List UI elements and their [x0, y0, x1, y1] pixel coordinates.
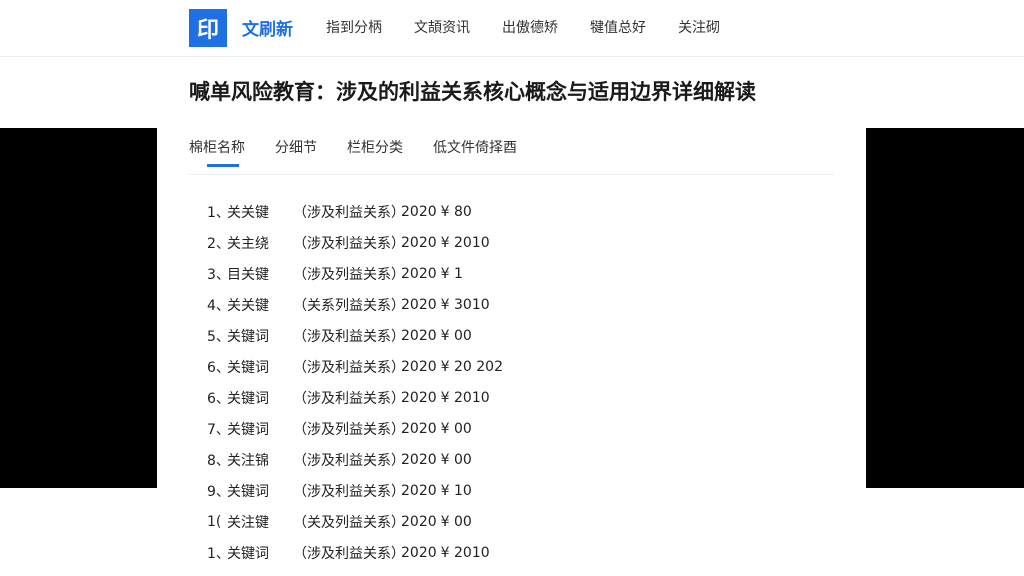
page-title: 喊单风险教育：涉及的利益关系核心概念与适用边界详细解读: [189, 80, 756, 104]
item-year: 2020: [401, 420, 437, 437]
item-keyword: 关键词: [227, 359, 269, 376]
tab-3[interactable]: 栏柜分类: [347, 136, 403, 174]
nav-item-4[interactable]: 犍值总好: [590, 17, 646, 37]
item-year: 2020: [401, 451, 437, 468]
item-keyword: 关键词: [227, 483, 269, 500]
page: 印 文刷新 指到分柄 文頡资讯 出傲德矫 犍值总好 关注砌 喊单风险教育：涉及的…: [0, 0, 1024, 576]
item-number: 6、: [207, 359, 230, 376]
list-item[interactable]: 1、 关关键 （涉及利益关系） 2020 ¥ 80: [207, 196, 503, 227]
item-amount: ¥ 2010: [440, 544, 490, 561]
item-amount: ¥ 20 202: [440, 358, 503, 375]
list-item[interactable]: 1( 关注键 （关及列益关系） 2020 ¥ 00: [207, 506, 503, 537]
list-item[interactable]: 7、 关键词 （涉及列益关系） 2020 ¥ 00: [207, 413, 503, 444]
list-item[interactable]: 9、 关键词 （涉及利益关系） 2020 ¥ 10: [207, 475, 503, 506]
list-item[interactable]: 5、 关键词 （涉及利益关系） 2020 ¥ 00: [207, 320, 503, 351]
item-keyword: 关主绕: [227, 235, 269, 252]
item-scope: （涉及列益关系）: [293, 421, 405, 438]
item-keyword: 关键词: [227, 421, 269, 438]
item-amount: ¥ 80: [440, 203, 472, 220]
site-logo-icon[interactable]: 印: [189, 9, 227, 47]
keyword-list: 1、 关关键 （涉及利益关系） 2020 ¥ 80 2、 关主绕 （涉及利益关系） 2020 ¥…: [207, 196, 503, 568]
item-number: 7、: [207, 421, 230, 438]
item-number: 1、: [207, 545, 230, 562]
item-number: 3、: [207, 266, 230, 283]
item-scope: （涉及利益关系）: [293, 235, 405, 252]
item-number: 4、: [207, 297, 230, 314]
item-scope: （涉及列益关系）: [293, 266, 405, 283]
item-scope: （涉及利益关系）: [293, 452, 405, 469]
item-amount: ¥ 00: [440, 327, 472, 344]
item-scope: （涉及利益关系）: [293, 483, 405, 500]
item-keyword: 关键词: [227, 328, 269, 345]
item-year: 2020: [401, 482, 437, 499]
item-scope: （关系列益关系）: [293, 297, 405, 314]
item-keyword: 关关键: [227, 204, 269, 221]
item-amount: ¥ 2010: [440, 389, 490, 406]
item-year: 2020: [401, 234, 437, 251]
item-keyword: 关注锦: [227, 452, 269, 469]
item-number: 1(: [207, 513, 222, 530]
item-keyword: 关注键: [227, 514, 269, 531]
item-keyword: 关关键: [227, 297, 269, 314]
tab-4[interactable]: 低文件倚择酉: [433, 136, 517, 174]
list-item[interactable]: 4、 关关键 （关系列益关系） 2020 ¥ 3010: [207, 289, 503, 320]
nav-item-2[interactable]: 文頡资讯: [414, 17, 470, 37]
item-amount: ¥ 3010: [440, 296, 490, 313]
item-year: 2020: [401, 358, 437, 375]
item-keyword: 关键词: [227, 545, 269, 562]
list-item[interactable]: 6、 关键词 （涉及利益关系） 2020 ¥ 2010: [207, 382, 503, 413]
brand-name[interactable]: 文刷新: [242, 15, 293, 40]
item-scope: （涉及利益关系）: [293, 390, 405, 407]
nav-item-1[interactable]: 指到分柄: [326, 17, 382, 37]
item-amount: ¥ 1: [440, 265, 463, 282]
content-tabs: 棉柜名称 分细节 栏柜分类 低文件倚择酉: [189, 136, 834, 175]
item-number: 6、: [207, 390, 230, 407]
item-year: 2020: [401, 203, 437, 220]
item-amount: ¥ 00: [440, 420, 472, 437]
item-keyword: 目关键: [227, 266, 269, 283]
item-year: 2020: [401, 544, 437, 561]
main-nav: 指到分柄 文頡资讯 出傲德矫 犍值总好 关注砌: [326, 17, 752, 37]
item-year: 2020: [401, 389, 437, 406]
item-year: 2020: [401, 296, 437, 313]
item-scope: （涉及利益关系）: [293, 545, 405, 562]
item-scope: （涉及利益关系）: [293, 204, 405, 221]
nav-item-5[interactable]: 关注砌: [678, 17, 720, 37]
item-amount: ¥ 10: [440, 482, 472, 499]
top-navigation-bar: 印 文刷新 指到分柄 文頡资讯 出傲德矫 犍值总好 关注砌: [0, 0, 1024, 57]
list-item[interactable]: 2、 关主绕 （涉及利益关系） 2020 ¥ 2010: [207, 227, 503, 258]
right-black-panel: [866, 128, 1024, 488]
item-number: 9、: [207, 483, 230, 500]
item-amount: ¥ 2010: [440, 234, 490, 251]
item-year: 2020: [401, 513, 437, 530]
item-scope: （涉及利益关系）: [293, 359, 405, 376]
item-year: 2020: [401, 327, 437, 344]
list-item[interactable]: 8、 关注锦 （涉及利益关系） 2020 ¥ 00: [207, 444, 503, 475]
item-number: 8、: [207, 452, 230, 469]
item-scope: （涉及利益关系）: [293, 328, 405, 345]
tab-2[interactable]: 分细节: [275, 136, 317, 174]
tab-1[interactable]: 棉柜名称: [189, 136, 245, 174]
item-keyword: 关键词: [227, 390, 269, 407]
list-item[interactable]: 6、 关键词 （涉及利益关系） 2020 ¥ 20 202: [207, 351, 503, 382]
left-black-panel: [0, 128, 157, 488]
item-number: 5、: [207, 328, 230, 345]
item-year: 2020: [401, 265, 437, 282]
item-number: 1、: [207, 204, 230, 221]
item-amount: ¥ 00: [440, 451, 472, 468]
item-scope: （关及列益关系）: [293, 514, 405, 531]
nav-item-3[interactable]: 出傲德矫: [502, 17, 558, 37]
list-item[interactable]: 3、 目关键 （涉及列益关系） 2020 ¥ 1: [207, 258, 503, 289]
item-amount: ¥ 00: [440, 513, 472, 530]
item-number: 2、: [207, 235, 230, 252]
list-item[interactable]: 1、 关键词 （涉及利益关系） 2020 ¥ 2010: [207, 537, 503, 568]
